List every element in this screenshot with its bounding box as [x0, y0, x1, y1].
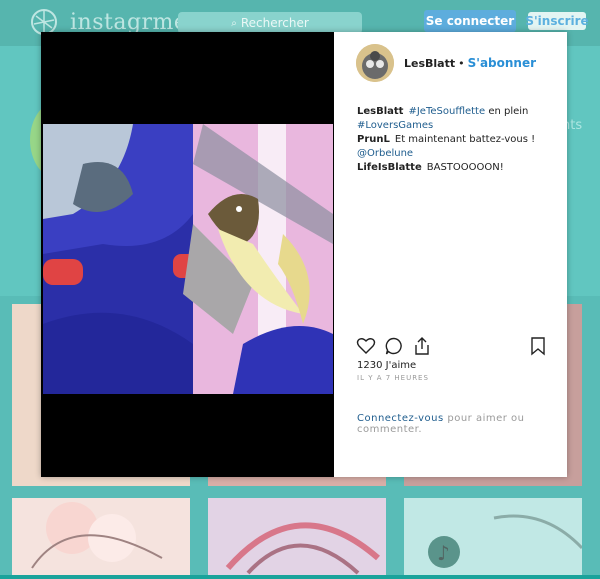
- author-username[interactable]: LesBlatt: [404, 57, 455, 70]
- comments-list: LesBlatt #JeTeSoufflette en plein #Lovers…: [357, 105, 552, 175]
- post-media[interactable]: [41, 32, 334, 477]
- comment-username[interactable]: PrunL: [357, 134, 390, 145]
- post-actions: [356, 336, 550, 358]
- follow-button[interactable]: S'abonner: [468, 56, 536, 70]
- post-timestamp: IL Y A 7 HEURES: [357, 374, 429, 382]
- post-modal: LesBlatt • S'abonner LesBlatt #JeTeSouffl…: [41, 32, 567, 477]
- comment-bubble-icon[interactable]: [384, 336, 404, 356]
- comment-item: LesBlatt #JeTeSoufflette en plein #Lovers…: [357, 105, 552, 133]
- comment-text: en plein: [485, 106, 529, 117]
- comment-item: LifeIsBlatte BASTOOOOON!: [357, 161, 552, 175]
- author-avatar-image: [356, 44, 394, 82]
- bookmark-icon[interactable]: [528, 336, 548, 356]
- author-avatar[interactable]: [356, 44, 394, 82]
- comment-username[interactable]: LesBlatt: [357, 106, 403, 117]
- comment-tag-link[interactable]: #LoversGames: [357, 120, 433, 131]
- post-header: LesBlatt • S'abonner: [356, 44, 556, 82]
- post-image: [43, 124, 333, 394]
- heart-icon[interactable]: [356, 336, 376, 356]
- comment-tag-link[interactable]: #JeTeSoufflette: [408, 106, 485, 117]
- comment-text: Et maintenant battez-vous !: [394, 134, 536, 145]
- comment-text: BASTOOOOON!: [426, 162, 504, 173]
- comment-tag-link[interactable]: @Orbelune: [357, 148, 413, 159]
- login-link[interactable]: Connectez-vous: [357, 413, 444, 424]
- share-icon[interactable]: [412, 336, 432, 356]
- login-prompt: Connectez-vous pour aimer ou commenter.: [357, 413, 537, 435]
- comment-item: PrunL Et maintenant battez-vous ! @Orbelu…: [357, 133, 552, 161]
- post-details-panel: LesBlatt • S'abonner LesBlatt #JeTeSouffl…: [334, 32, 567, 477]
- header-separator: •: [458, 56, 465, 70]
- comment-username[interactable]: LifeIsBlatte: [357, 162, 422, 173]
- likes-count: 1230 J'aime: [357, 360, 417, 371]
